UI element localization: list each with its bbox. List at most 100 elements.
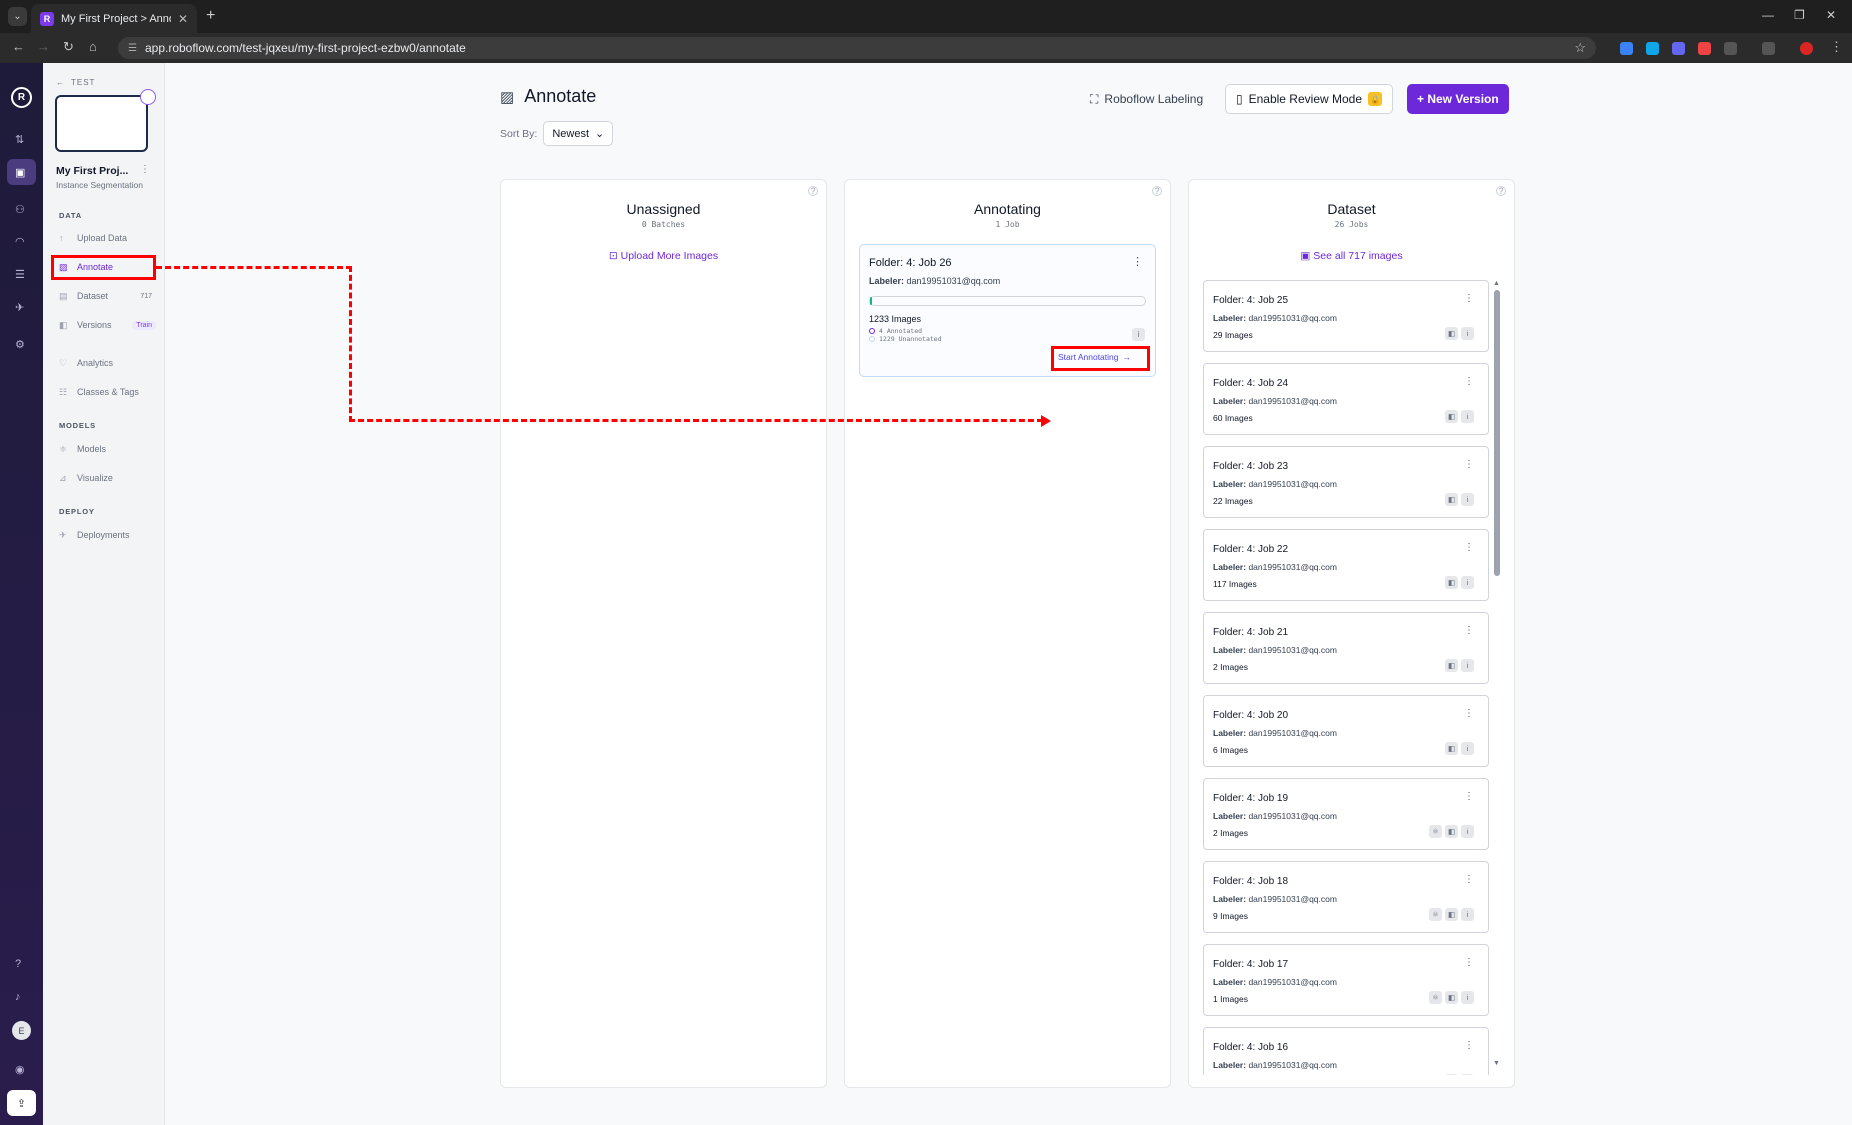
extension-download-icon[interactable] [1646, 42, 1659, 55]
sidebar-item-dataset[interactable]: ▤ Dataset 717 [56, 287, 156, 305]
job-kebab-icon[interactable]: ⋮ [1132, 255, 1143, 268]
link-icon[interactable] [1762, 42, 1775, 55]
back-to-workspace[interactable]: ← TEST [56, 78, 95, 87]
model-assist-icon[interactable]: ⚛ [1429, 825, 1442, 838]
deploy-rail-icon[interactable]: ✈ [15, 301, 24, 314]
user-avatar[interactable]: E [12, 1021, 31, 1040]
scroll-up-icon[interactable]: ▲ [1493, 280, 1500, 287]
dataset-job-card[interactable]: Folder: 4: Job 20 ⋮ Labeler: dan19951031@q… [1203, 695, 1489, 767]
project-kebab-icon[interactable]: ⋮ [140, 164, 150, 175]
images-icon[interactable]: ◧ [1445, 327, 1458, 340]
address-bar[interactable]: ☰ app.roboflow.com/test-jqxeu/my-first-p… [118, 37, 1596, 59]
help-icon[interactable]: ? [1496, 186, 1506, 196]
dataset-job-card[interactable]: Folder: 4: Job 21 ⋮ Labeler: dan19951031@q… [1203, 612, 1489, 684]
sidebar-item-deployments[interactable]: ✈ Deployments [56, 526, 156, 544]
dataset-job-card[interactable]: Folder: 4: Job 25 ⋮ Labeler: dan19951031@q… [1203, 280, 1489, 352]
images-icon[interactable]: ◧ [1445, 1074, 1458, 1075]
info-icon[interactable]: i [1461, 742, 1474, 755]
browser-tab[interactable]: R My First Project > Annotate ✕ [31, 4, 197, 33]
home-icon[interactable]: ⌂ [89, 39, 97, 54]
sidebar-item-upload-data[interactable]: ↑ Upload Data [56, 229, 156, 247]
roboflow-labeling-button[interactable]: ⛶ Roboflow Labeling [1080, 84, 1213, 114]
tab-search-dropdown[interactable]: ⌄ [8, 7, 27, 26]
sidebar-item-classes-tags[interactable]: ☷ Classes & Tags [56, 383, 156, 401]
profile-avatar-icon[interactable] [1800, 42, 1813, 55]
images-icon[interactable]: ◧ [1445, 493, 1458, 506]
job-kebab-icon[interactable]: ⋮ [1464, 874, 1474, 885]
extension-screenshot-icon[interactable] [1672, 42, 1685, 55]
upload-rail-button[interactable]: ⇪ [7, 1090, 36, 1116]
images-icon[interactable]: ◧ [1445, 908, 1458, 921]
reload-icon[interactable]: ↻ [63, 39, 74, 55]
info-icon[interactable]: i [1461, 410, 1474, 423]
projects-icon[interactable]: ▣ [15, 166, 25, 179]
bookmark-star-icon[interactable]: ☆ [1574, 40, 1586, 56]
job-kebab-icon[interactable]: ⋮ [1464, 708, 1474, 719]
workflows-icon[interactable]: ⚇ [15, 203, 25, 216]
roboflow-logo-icon[interactable]: R [11, 87, 32, 108]
extension-red-icon[interactable] [1698, 42, 1711, 55]
storage-icon[interactable]: ☰ [15, 268, 25, 281]
images-icon[interactable]: ◧ [1445, 991, 1458, 1004]
help-rail-icon[interactable]: ? [15, 958, 21, 970]
scrollbar-thumb[interactable] [1494, 290, 1500, 576]
info-icon[interactable]: i [1461, 493, 1474, 506]
dataset-job-card[interactable]: Folder: 4: Job 22 ⋮ Labeler: dan19951031@q… [1203, 529, 1489, 601]
analytics-rail-icon[interactable]: ◠ [15, 235, 25, 248]
help-icon[interactable]: ? [808, 186, 818, 196]
community-icon[interactable]: ◉ [15, 1063, 25, 1076]
swap-icon[interactable]: ⇅ [15, 133, 24, 146]
job-kebab-icon[interactable]: ⋮ [1464, 1040, 1474, 1051]
extension-translate-icon[interactable] [1620, 42, 1633, 55]
job-kebab-icon[interactable]: ⋮ [1464, 791, 1474, 802]
back-arrow-icon[interactable]: ← [12, 39, 25, 54]
job-kebab-icon[interactable]: ⋮ [1464, 957, 1474, 968]
help-icon[interactable]: ? [1152, 186, 1162, 196]
sort-select[interactable]: Newest ⌄ [543, 121, 614, 146]
bell-icon[interactable]: ♪ [15, 991, 21, 1003]
browser-menu-icon[interactable]: ⋮ [1830, 39, 1843, 55]
sidebar-item-analytics[interactable]: ♡ Analytics [56, 354, 156, 372]
job-kebab-icon[interactable]: ⋮ [1464, 625, 1474, 636]
info-icon[interactable]: i [1461, 659, 1474, 672]
model-assist-icon[interactable]: ⚛ [1429, 991, 1442, 1004]
info-icon[interactable]: i [1461, 825, 1474, 838]
minimize-icon[interactable]: — [1762, 8, 1774, 22]
dataset-job-card[interactable]: Folder: 4: Job 23 ⋮ Labeler: dan19951031@q… [1203, 446, 1489, 518]
job-kebab-icon[interactable]: ⋮ [1464, 542, 1474, 553]
images-icon[interactable]: ◧ [1445, 659, 1458, 672]
upload-more-images-link[interactable]: ⊡ Upload More Images [501, 250, 826, 262]
new-version-button[interactable]: + New Version [1407, 84, 1509, 114]
job-kebab-icon[interactable]: ⋮ [1464, 293, 1474, 304]
dataset-job-card[interactable]: Folder: 4: Job 16 ⋮ Labeler: dan19951031@q… [1203, 1027, 1489, 1075]
job-kebab-icon[interactable]: ⋮ [1464, 376, 1474, 387]
images-icon[interactable]: ◧ [1445, 410, 1458, 423]
dataset-job-card[interactable]: Folder: 4: Job 19 ⋮ Labeler: dan19951031@q… [1203, 778, 1489, 850]
forward-arrow-icon[interactable]: → [37, 39, 50, 54]
info-icon[interactable]: i [1461, 327, 1474, 340]
settings-rail-icon[interactable]: ⚙ [15, 338, 25, 351]
info-icon[interactable]: i [1461, 991, 1474, 1004]
sidebar-item-models[interactable]: ⚛ Models [56, 440, 156, 458]
close-window-icon[interactable]: ✕ [1826, 8, 1836, 22]
dataset-job-card[interactable]: Folder: 4: Job 24 ⋮ Labeler: dan19951031@q… [1203, 363, 1489, 435]
extensions-puzzle-icon[interactable] [1724, 42, 1737, 55]
tab-close-icon[interactable]: ✕ [178, 12, 188, 26]
new-tab-icon[interactable]: + [206, 7, 215, 25]
enable-review-mode-button[interactable]: ▯ Enable Review Mode 🔒 [1225, 84, 1394, 114]
job-kebab-icon[interactable]: ⋮ [1464, 459, 1474, 470]
sidebar-item-visualize[interactable]: ⊿ Visualize [56, 469, 156, 487]
scroll-down-icon[interactable]: ▼ [1493, 1060, 1500, 1067]
info-icon[interactable]: i [1461, 908, 1474, 921]
restore-icon[interactable]: ❐ [1794, 8, 1805, 22]
see-all-images-link[interactable]: ▣ See all 717 images [1189, 250, 1514, 262]
dataset-job-card[interactable]: Folder: 4: Job 17 ⋮ Labeler: dan19951031@q… [1203, 944, 1489, 1016]
dataset-job-card[interactable]: Folder: 4: Job 18 ⋮ Labeler: dan19951031@q… [1203, 861, 1489, 933]
model-assist-icon[interactable]: ⚛ [1429, 908, 1442, 921]
dataset-scrollbar[interactable]: ▲ ▼ [1493, 280, 1500, 1070]
sidebar-item-versions[interactable]: ◧ Versions Train [56, 316, 156, 334]
images-icon[interactable]: ◧ [1445, 825, 1458, 838]
info-icon[interactable]: i [1461, 576, 1474, 589]
images-icon[interactable]: ◧ [1445, 742, 1458, 755]
info-icon[interactable]: i [1461, 1074, 1474, 1075]
